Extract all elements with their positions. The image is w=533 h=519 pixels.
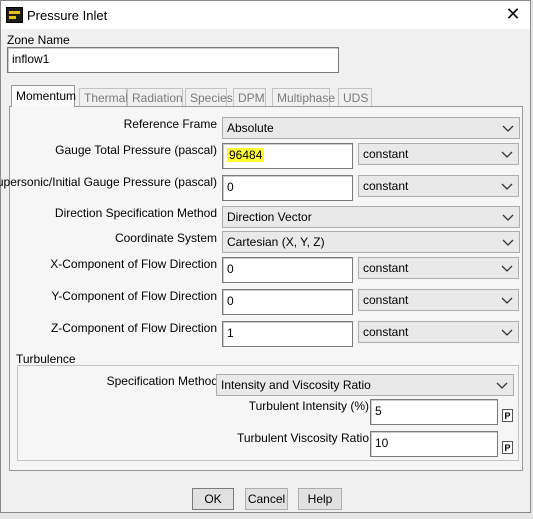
spec-method-select[interactable]: Intensity and Viscosity Ratio xyxy=(216,374,514,396)
chevron-down-icon xyxy=(502,214,514,221)
x-component-label: X-Component of Flow Direction xyxy=(50,257,217,271)
window-title: Pressure Inlet xyxy=(27,8,108,23)
cancel-button[interactable]: Cancel xyxy=(245,488,288,510)
zone-name-input[interactable]: inflow1 xyxy=(7,47,339,73)
tab-uds[interactable]: UDS xyxy=(338,88,372,106)
gauge-total-pressure-profile-select[interactable]: constant xyxy=(358,143,519,165)
turbulent-intensity-input[interactable]: 5 xyxy=(370,399,498,425)
chevron-down-icon xyxy=(501,151,513,158)
turbulent-intensity-label: Turbulent Intensity (%) xyxy=(248,399,369,413)
spec-method-label: Specification Method xyxy=(106,374,218,388)
ok-button[interactable]: OK xyxy=(192,488,234,510)
spec-method-value: Intensity and Viscosity Ratio xyxy=(221,378,371,392)
profile-value: constant xyxy=(363,147,409,161)
y-component-input[interactable]: 0 xyxy=(222,289,353,315)
close-icon[interactable]: ✕ xyxy=(502,4,524,24)
profile-value: constant xyxy=(363,179,409,193)
title-bar[interactable]: Pressure Inlet ✕ xyxy=(1,1,530,29)
chevron-down-icon xyxy=(501,297,513,304)
tab-multiphase[interactable]: Multiphase xyxy=(272,88,335,106)
tab-species[interactable]: Species xyxy=(185,88,233,106)
chevron-down-icon xyxy=(501,183,513,190)
profile-value: constant xyxy=(363,293,409,307)
chevron-down-icon xyxy=(502,125,514,132)
y-component-profile-select[interactable]: constant xyxy=(358,289,519,311)
chevron-down-icon xyxy=(501,265,513,272)
gauge-total-pressure-value: 96484 xyxy=(227,148,265,162)
z-component-profile-select[interactable]: constant xyxy=(358,321,519,343)
supersonic-pressure-input[interactable]: 0 xyxy=(222,175,353,201)
supersonic-pressure-label: Supersonic/Initial Gauge Pressure (pasca… xyxy=(0,175,217,189)
x-component-profile-select[interactable]: constant xyxy=(358,257,519,279)
tab-dpm[interactable]: DPM xyxy=(233,88,266,106)
direction-method-value: Direction Vector xyxy=(227,210,312,224)
chevron-down-icon xyxy=(502,239,514,246)
momentum-panel: Reference Frame Absolute Gauge Total Pre… xyxy=(0,106,523,471)
direction-method-select[interactable]: Direction Vector xyxy=(222,206,520,228)
profile-value: constant xyxy=(363,325,409,339)
viscosity-ratio-input[interactable]: 10 xyxy=(370,431,498,457)
z-component-label: Z-Component of Flow Direction xyxy=(50,321,217,335)
app-logo-icon xyxy=(6,7,23,23)
direction-method-label: Direction Specification Method xyxy=(54,206,217,220)
reference-frame-value: Absolute xyxy=(227,121,274,135)
turbulence-section-title: Turbulence xyxy=(16,352,76,366)
pressure-inlet-dialog: Pressure Inlet ✕ Zone Name inflow1 Momen… xyxy=(0,0,531,513)
coordinate-system-value: Cartesian (X, Y, Z) xyxy=(227,235,325,249)
coordinate-system-select[interactable]: Cartesian (X, Y, Z) xyxy=(222,231,520,253)
coordinate-system-label: Coordinate System xyxy=(114,231,217,245)
zone-name-label: Zone Name xyxy=(7,33,70,47)
tab-thermal[interactable]: Thermal xyxy=(79,88,128,106)
supersonic-pressure-profile-select[interactable]: constant xyxy=(358,175,519,197)
gauge-total-pressure-label: Gauge Total Pressure (pascal) xyxy=(55,143,217,157)
turbulence-group: Specification Method Intensity and Visco… xyxy=(17,365,519,461)
reference-frame-label: Reference Frame xyxy=(123,117,217,131)
profile-value: constant xyxy=(363,261,409,275)
reference-frame-select[interactable]: Absolute xyxy=(222,117,520,139)
gauge-total-pressure-input[interactable]: 96484 xyxy=(222,143,353,169)
parameter-button[interactable]: P xyxy=(502,441,513,454)
parameter-button[interactable]: P xyxy=(502,409,513,422)
chevron-down-icon xyxy=(501,329,513,336)
tab-radiation[interactable]: Radiation xyxy=(127,88,183,106)
chevron-down-icon xyxy=(496,382,508,389)
x-component-input[interactable]: 0 xyxy=(222,257,353,283)
help-button[interactable]: Help xyxy=(298,488,342,510)
viscosity-ratio-label: Turbulent Viscosity Ratio xyxy=(236,431,369,445)
y-component-label: Y-Component of Flow Direction xyxy=(51,289,217,303)
tab-momentum[interactable]: Momentum xyxy=(11,85,76,107)
z-component-input[interactable]: 1 xyxy=(222,321,353,347)
